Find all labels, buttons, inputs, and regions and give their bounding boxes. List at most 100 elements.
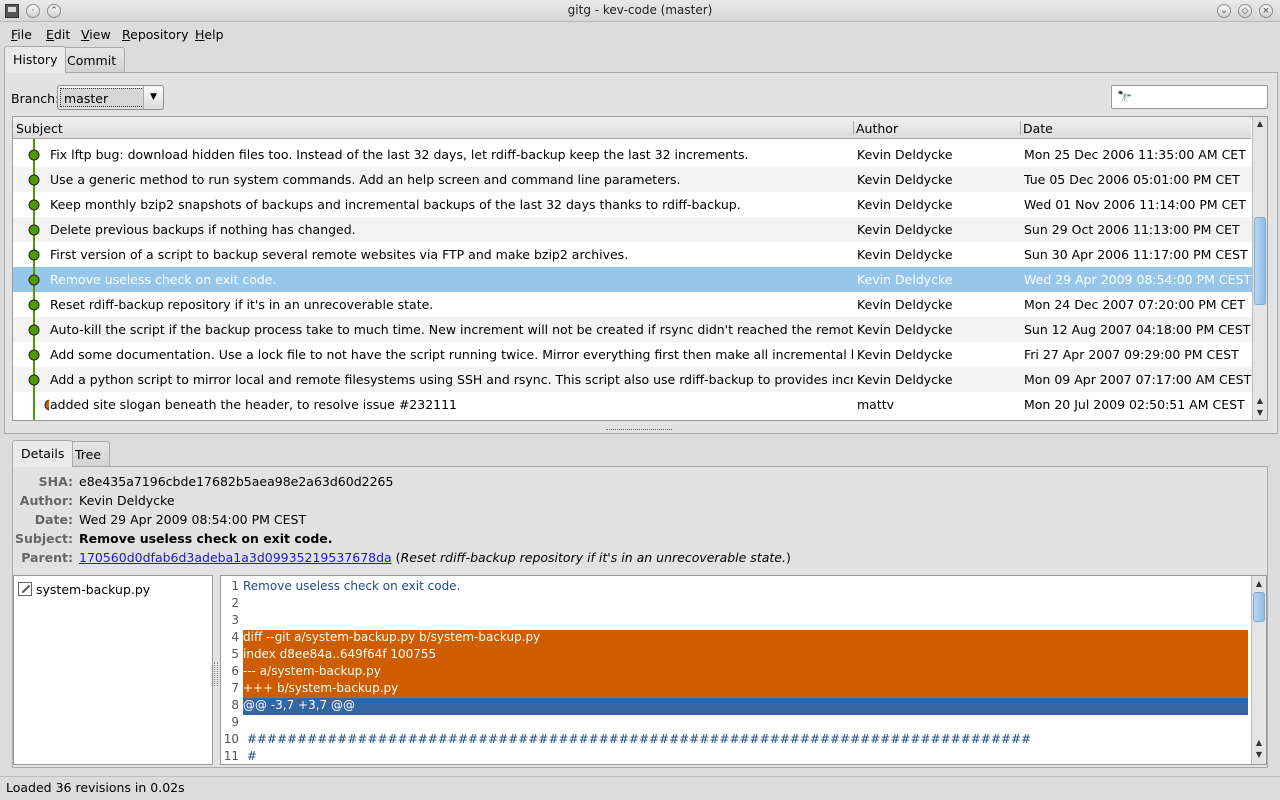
diff-line: 4 diff --git a/system-backup.py b/system-… [221,630,1251,647]
scroll-up-icon[interactable]: ▲ [1252,578,1266,590]
tab-history[interactable]: History [4,46,67,73]
diff-line: 11 # [221,749,1251,764]
column-subject[interactable]: Subject [16,121,63,136]
diff-line: 7 +++ b/system-backup.py [221,681,1251,698]
scroll-up-icon[interactable]: ▲ [1253,118,1267,130]
cell-author: Kevin Deldycke [857,322,953,337]
line-number: 4 [231,630,239,644]
menu-repository-mnemonic: R [122,27,131,42]
branch-label: Branch: [11,91,60,106]
cell-author: Kevin Deldycke [857,147,953,162]
column-author[interactable]: Author [856,121,898,136]
table-row[interactable]: Remove useless check on exit code. Kevin … [13,267,1252,292]
table-row[interactable]: Reset rdiff-backup repository if it's in… [13,292,1252,317]
date-value: Wed 29 Apr 2009 08:54:00 PM CEST [79,512,307,527]
parent-label: Parent: [21,550,73,565]
parent-sha-link[interactable]: 170560d0dfab6d3adeba1a3d09935219537678da [79,550,392,565]
column-separator[interactable] [1020,121,1021,135]
menu-repository[interactable]: Repository [122,27,188,42]
line-text: index d8ee84a..649f64f 100755 [243,647,1248,664]
line-text: diff --git a/system-backup.py b/system-b… [243,630,1248,647]
menu-view[interactable]: View [81,27,111,42]
cell-date: Sun 29 Oct 2006 11:13:00 PM CET [1024,222,1240,237]
branch-select-value: master [60,88,144,107]
line-text: ########################################… [243,732,1032,746]
search-input[interactable] [1136,88,1264,106]
tab-commit[interactable]: Commit [58,47,126,73]
status-text: Loaded 36 revisions in 0.02s [6,780,185,795]
scroll-down-icon[interactable]: ▼ [1252,749,1266,761]
cell-date: Sun 30 Apr 2006 11:17:00 PM CEST [1024,247,1248,262]
author-label: Author: [19,493,73,508]
table-header: Subject Author Date [13,117,1251,139]
diff-line: 2 [221,596,1251,613]
diff-view[interactable]: 1 Remove useless check on exit code. 2 3 4 di… [220,575,1267,765]
cell-subject: First version of a script to backup seve… [50,247,629,262]
date-label: Date: [34,512,73,527]
cell-author: mattv [857,397,895,412]
table-row[interactable]: Fix lftp bug: download hidden files too.… [13,142,1252,167]
menu-view-label: iew [89,27,111,42]
history-table[interactable]: Subject Author Date Fix lftp bug: downlo… [12,116,1268,421]
table-row[interactable]: Delete previous backups if nothing has c… [13,217,1252,242]
scroll-down-icon[interactable]: ▲ [1253,395,1267,407]
menu-help[interactable]: Help [195,27,224,42]
diff-line: 1 Remove useless check on exit code. [221,579,1251,596]
tab-details[interactable]: Details [12,440,74,467]
branch-select[interactable]: master ▼ [57,85,164,110]
diff-scrollbar[interactable]: ▲ ▲ ▼ [1251,576,1266,764]
table-row[interactable]: Add some documentation. Use a lock file … [13,342,1252,367]
pane-splitter[interactable] [606,429,672,432]
binoculars-icon[interactable]: 🔭 [1117,90,1132,104]
menu-bar: File Edit View Repository Help [0,23,1280,45]
table-row[interactable]: added site slogan beneath the header, to… [13,392,1252,417]
line-text: # [243,749,257,763]
menu-edit[interactable]: Edit [46,27,70,42]
scroll-thumb[interactable] [1253,592,1265,622]
cell-author: Kevin Deldycke [857,297,953,312]
cell-date: Tue 05 Dec 2006 05:01:00 PM CET [1024,172,1240,187]
scroll-down-icon[interactable]: ▼ [1253,407,1267,419]
column-separator[interactable] [853,121,854,135]
table-row[interactable]: Add a python script to mirror local and … [13,367,1252,392]
file-pane-splitter[interactable] [214,662,218,686]
table-row[interactable]: Use a generic method to run system comma… [13,167,1252,192]
menu-file[interactable]: File [11,27,32,42]
cell-subject: Reset rdiff-backup repository if it's in… [50,297,434,312]
scroll-up-icon[interactable]: ▲ [1252,737,1266,749]
cell-date: Mon 25 Dec 2006 11:35:00 AM CET [1024,147,1246,162]
close-icon[interactable]: × [1259,4,1273,18]
sha-label: SHA: [38,474,73,489]
title-bar[interactable]: · ⌃ gitg - kev-code (master) ⌄ ◇ × [0,0,1280,22]
cell-author: Kevin Deldycke [857,197,953,212]
cell-subject: Auto-kill the script if the backup proce… [50,322,853,337]
menu-file-label: ile [17,27,32,42]
list-item[interactable]: system-backup.py [18,582,150,597]
column-date[interactable]: Date [1023,121,1053,136]
minimize-icon[interactable]: ⌄ [1217,4,1231,18]
cell-subject: Add some documentation. Use a lock file … [50,347,853,362]
line-text: --- a/system-backup.py [243,664,1248,681]
chevron-down-icon[interactable]: ▼ [143,86,163,109]
search-field[interactable]: 🔭 [1111,85,1268,109]
maximize-icon[interactable]: ◇ [1238,4,1252,18]
cell-subject: added site slogan beneath the header, to… [50,397,458,412]
diff-line: 8 @@ -3,7 +3,7 @@ [221,698,1251,715]
line-text: +++ b/system-backup.py [243,681,1248,698]
table-row[interactable]: Keep monthly bzip2 snapshots of backups … [13,192,1252,217]
line-number: 7 [231,681,239,695]
cell-subject: Add a python script to mirror local and … [50,372,853,387]
cell-date: Mon 09 Apr 2007 07:17:00 AM CEST [1024,372,1252,387]
cell-subject: Delete previous backups if nothing has c… [50,222,356,237]
line-number: 9 [231,715,239,729]
diff-line: 9 [221,715,1251,732]
table-row[interactable]: First version of a script to backup seve… [13,242,1252,267]
changed-files-list[interactable]: system-backup.py [13,575,213,765]
history-scrollbar[interactable]: ▲ ▲ ▼ [1252,117,1267,420]
table-row[interactable]: Auto-kill the script if the backup proce… [13,317,1252,342]
cell-date: Wed 01 Nov 2006 11:14:00 PM CET [1024,197,1246,212]
diff-line: 6 --- a/system-backup.py [221,664,1251,681]
window-title: gitg - kev-code (master) [567,3,713,17]
scroll-thumb[interactable] [1254,217,1266,305]
subject-value: Remove useless check on exit code. [79,531,333,546]
